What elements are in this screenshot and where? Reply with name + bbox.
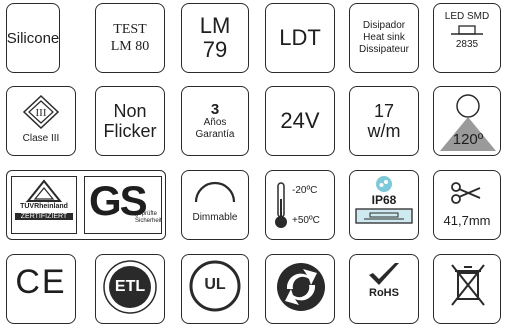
- recycle-arrows-icon: [277, 263, 325, 311]
- beam-angle-label: 120º: [452, 131, 484, 148]
- power-density-tile: 17 w/m: [349, 86, 419, 156]
- non-flicker-tile: Non Flicker: [95, 86, 165, 156]
- warranty-years: 3: [210, 100, 220, 118]
- lm80-test-tile: TEST LM 80: [95, 3, 165, 73]
- led-code-label: 2835: [455, 39, 479, 50]
- heat-sink-tile: Disipador Heat sink Dissipateur: [349, 3, 419, 73]
- warranty-tile: 3 Años Garantía: [181, 86, 249, 156]
- beam-angle-tile: 120º: [433, 86, 501, 156]
- silicone-tile: Silicone: [6, 3, 60, 73]
- ldt-label: LDT: [279, 25, 321, 50]
- scissors-icon: [451, 182, 481, 204]
- temp-max-label: +50ºC: [292, 215, 320, 226]
- test-label: TEST: [113, 22, 147, 37]
- power-unit: w/m: [367, 121, 401, 141]
- ip68-tile: IP68: [349, 170, 419, 240]
- temp-min-label: -20ºC: [292, 185, 318, 196]
- rohs-label: RoHS: [369, 287, 399, 299]
- anos-label: Años: [203, 116, 227, 128]
- crossed-bin-icon: [451, 264, 485, 306]
- dimmable-label: Dimmable: [192, 212, 238, 223]
- heat-sink-label: Heat sink: [363, 32, 405, 43]
- certification-tile: TÜVRheinland ZERTIFIZIERT GS geprüfte Si…: [6, 170, 166, 240]
- gs-sub2-label: Sicherheit: [135, 218, 162, 224]
- flicker-label: Flicker: [103, 121, 157, 141]
- water-drop-icon: [376, 176, 392, 192]
- lm80-label: LM 80: [110, 39, 150, 54]
- ul-logo-icon: UL: [189, 260, 241, 312]
- dimmer-arc-icon: [194, 181, 236, 203]
- smd-chip-icon: [451, 25, 483, 35]
- class-iii-tile: III Clase III: [6, 86, 76, 156]
- silicone-label: Silicone: [6, 29, 60, 47]
- ul-text: UL: [204, 276, 226, 293]
- strip-profile-icon: [355, 208, 413, 224]
- disipador-label: Disipador: [362, 20, 406, 31]
- non-label: Non: [113, 101, 147, 121]
- power-number: 17: [373, 101, 395, 121]
- ip68-label: IP68: [371, 193, 397, 207]
- lm79-tile: LM 79: [181, 3, 249, 73]
- garantia-label: Garantía: [195, 128, 235, 140]
- tuv-zertifiziert-label: ZERTIFIZIERT: [15, 213, 73, 220]
- ce-mark: CE: [15, 262, 67, 301]
- etl-logo-icon: ETL: [103, 260, 157, 314]
- tuv-rheinland-label: TÜVRheinland: [20, 203, 68, 210]
- led-smd-label: LED SMD: [444, 11, 490, 22]
- etl-tile: ETL: [95, 254, 165, 324]
- gs-logo: GS geprüfte Sicherheit: [84, 176, 162, 234]
- voltage-tile: 24V: [265, 86, 335, 156]
- ldt-tile: LDT: [265, 3, 335, 73]
- ul-tile: UL: [181, 254, 249, 324]
- dimmable-tile: Dimmable: [181, 170, 249, 240]
- thermometer-icon: [275, 182, 287, 228]
- cut-length-tile: 41,7mm: [433, 170, 501, 240]
- roman-label: III: [36, 107, 47, 119]
- lm79-number: 79: [202, 37, 228, 62]
- lm-label: LM: [199, 13, 231, 38]
- voltage-label: 24V: [280, 108, 320, 133]
- rohs-tile: RoHS: [349, 254, 419, 324]
- green-dot-tile: [265, 254, 335, 324]
- tuv-logo: TÜVRheinland ZERTIFIZIERT: [11, 176, 77, 234]
- temperature-tile: -20ºC +50ºC: [265, 170, 335, 240]
- cut-length-label: 41,7mm: [443, 213, 491, 228]
- led-smd-tile: LED SMD 2835: [433, 3, 501, 73]
- checkmark-icon: [369, 263, 399, 285]
- ce-tile: CE: [6, 254, 76, 324]
- clase-iii-label: Clase III: [22, 133, 60, 144]
- etl-text: ETL: [115, 278, 145, 295]
- class-iii-diamond-icon: III: [22, 94, 60, 130]
- gs-sub1-label: geprüfte: [135, 211, 158, 217]
- weee-tile: [433, 254, 501, 324]
- dissipateur-label: Dissipateur: [358, 44, 410, 55]
- tuv-triangle-icon: [25, 179, 63, 202]
